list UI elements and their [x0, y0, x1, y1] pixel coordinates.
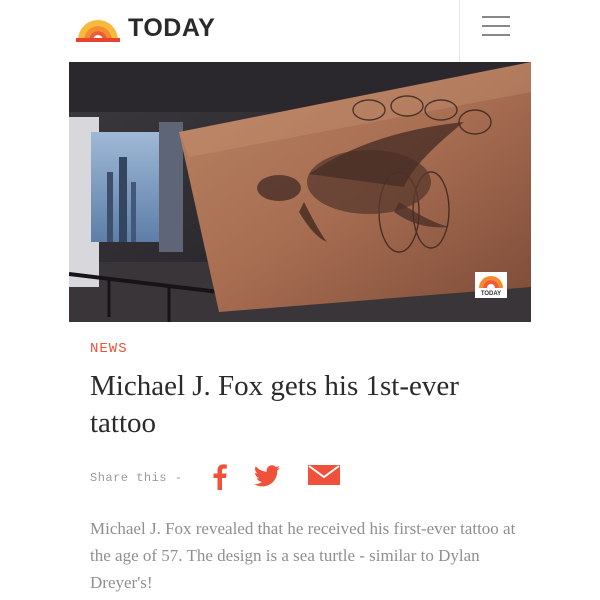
today-logo[interactable]: TODAY — [76, 14, 215, 43]
tattoo-photo: TODAY — [69, 62, 531, 322]
article-headline: Michael J. Fox gets his 1st-ever tattoo — [90, 370, 459, 439]
today-watermark-icon: TODAY — [475, 272, 507, 298]
email-icon[interactable] — [308, 464, 340, 486]
site-header: TODAY — [0, 0, 600, 62]
share-label: Share this - — [90, 471, 183, 485]
today-rainbow-icon — [76, 19, 120, 42]
hero-image[interactable]: TODAY — [69, 62, 531, 322]
twitter-icon[interactable] — [254, 464, 280, 488]
share-bar: Share this - — [90, 462, 370, 494]
article-summary: Michael J. Fox revealed that he received… — [90, 519, 516, 592]
brand-name: TODAY — [128, 14, 216, 42]
header-divider — [459, 0, 460, 62]
hamburger-menu-icon[interactable] — [482, 14, 510, 38]
facebook-icon[interactable] — [212, 464, 228, 490]
watermark-text: TODAY — [481, 291, 501, 297]
category-link[interactable]: NEWS — [90, 341, 128, 357]
